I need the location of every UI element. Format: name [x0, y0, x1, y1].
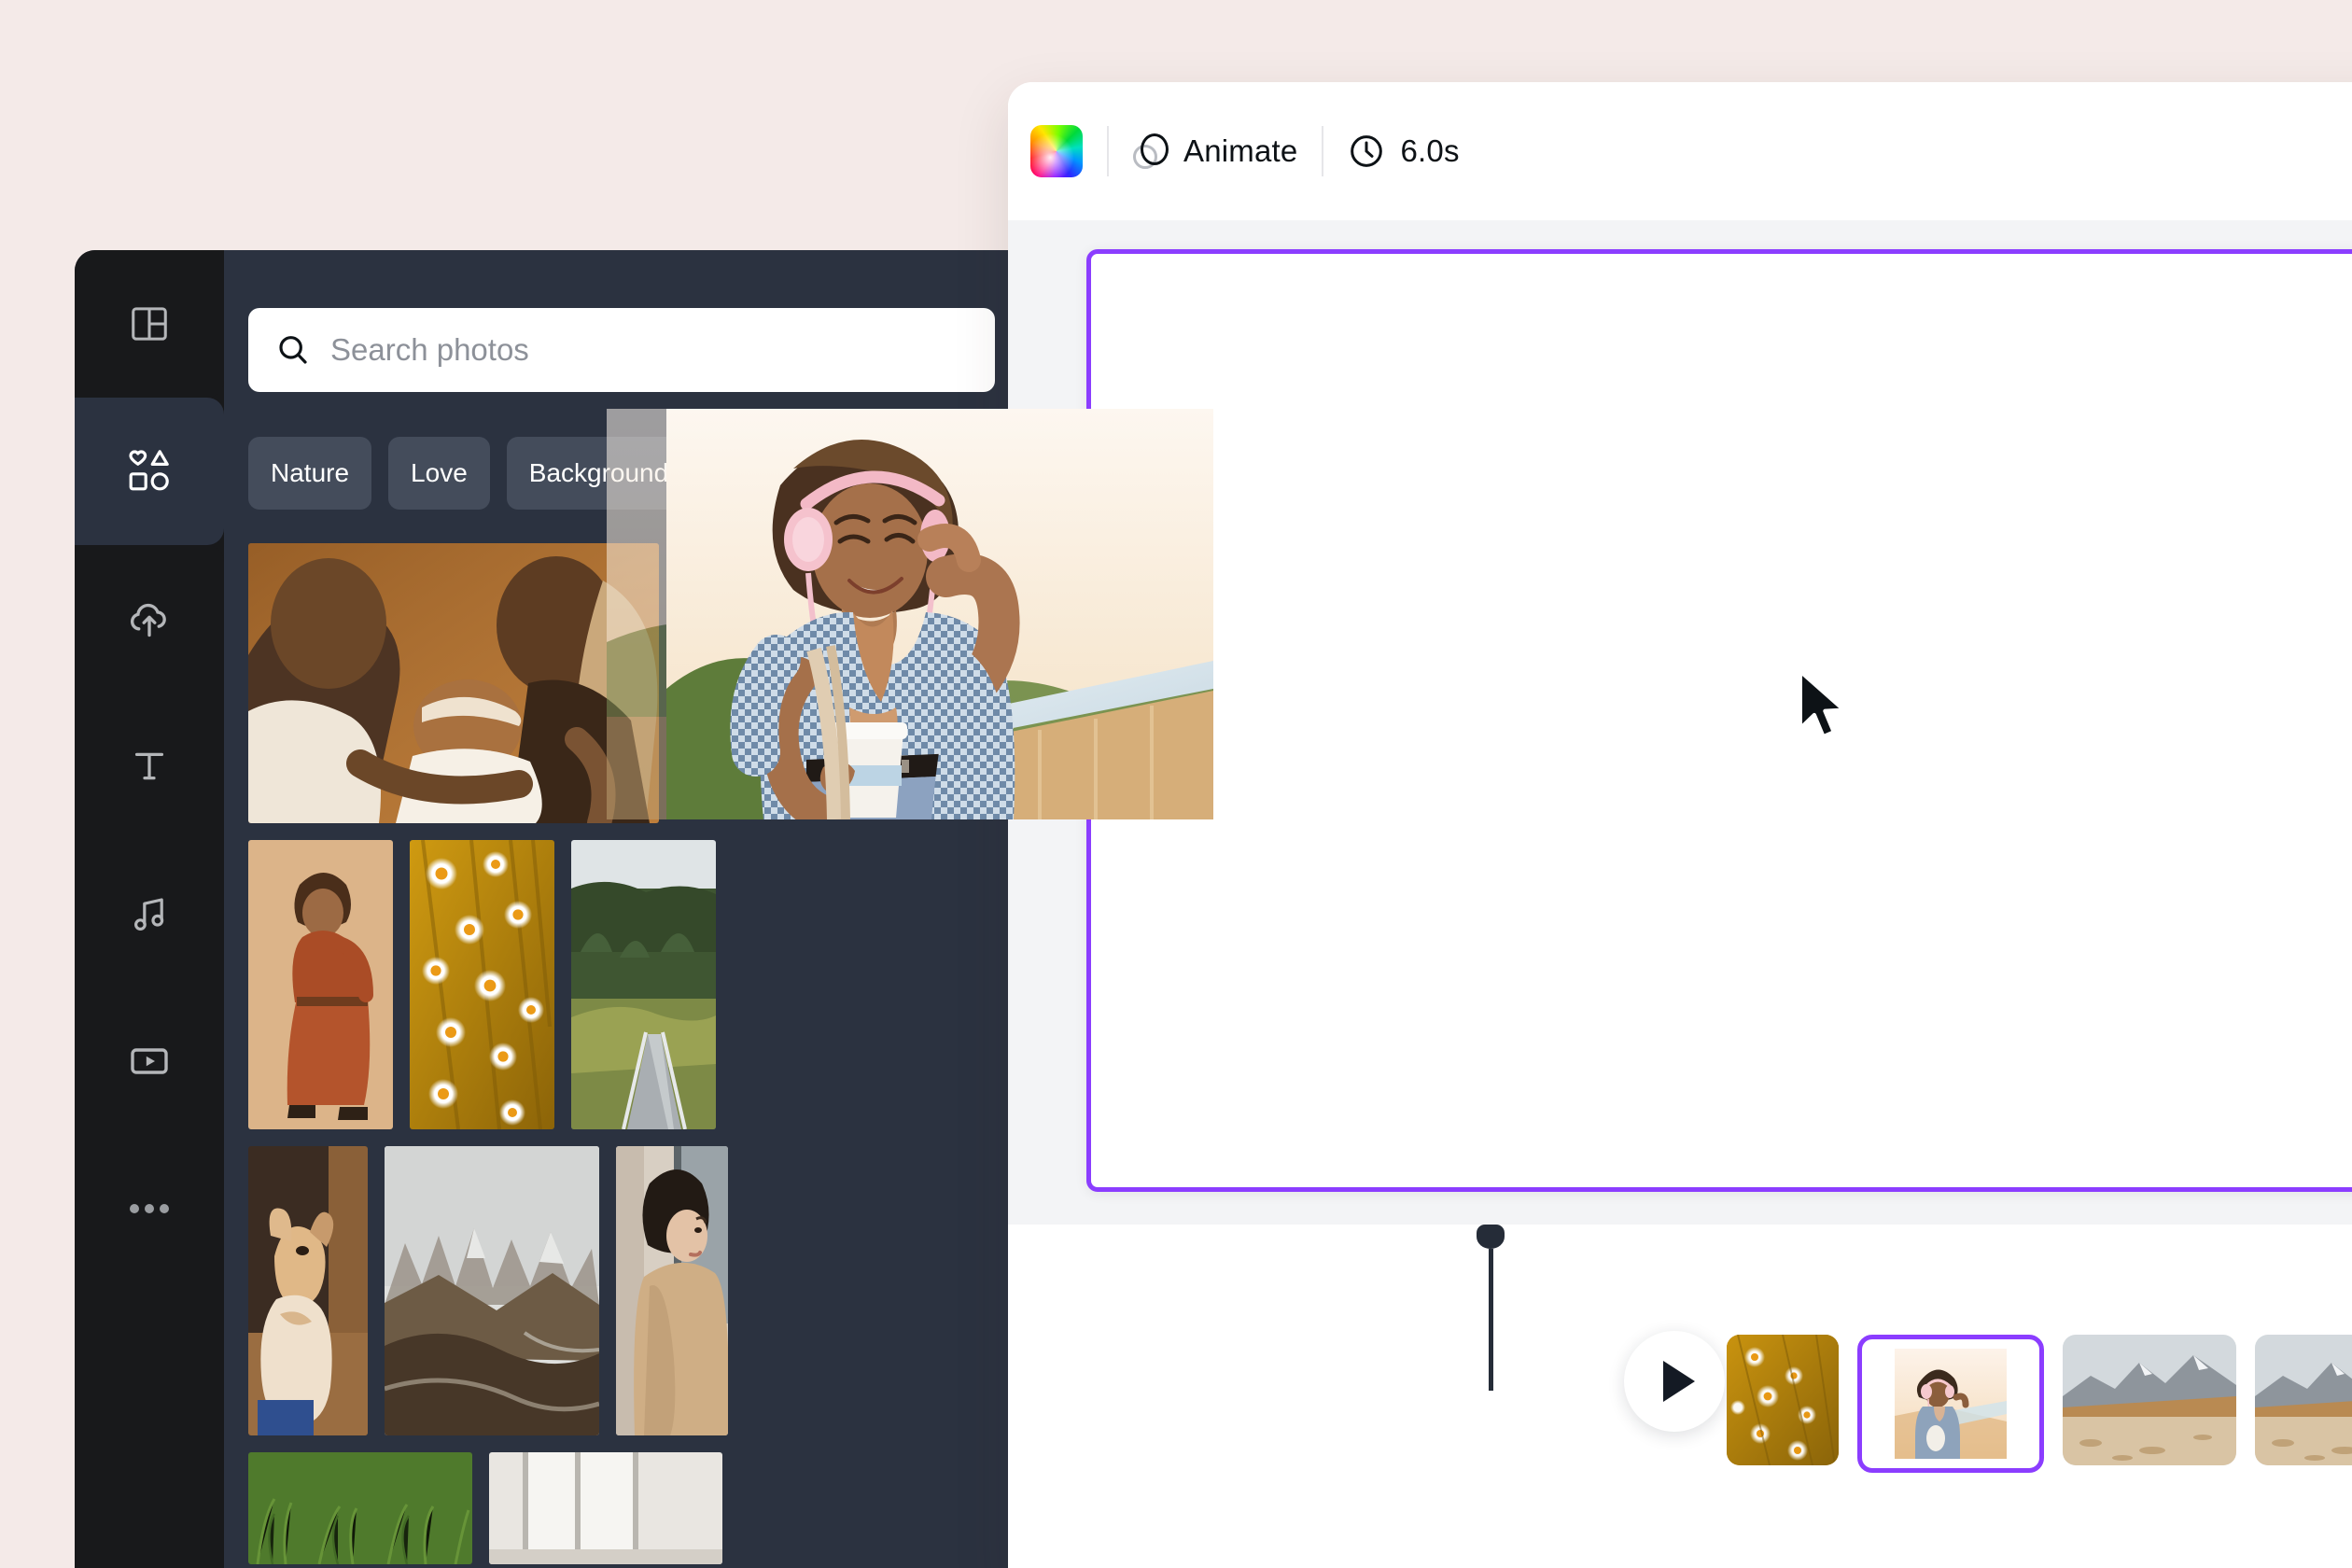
sidebar-item-videos[interactable]	[75, 987, 224, 1135]
photo-woman-beige[interactable]	[616, 1146, 728, 1435]
sidebar-item-elements[interactable]	[75, 381, 224, 562]
play-triangle-icon	[1662, 1361, 1695, 1402]
search-input[interactable]: Search photos	[248, 308, 995, 392]
text-t-icon	[134, 752, 164, 780]
clip-headphones-woman[interactable]	[1857, 1335, 2044, 1473]
shapes-icon	[129, 450, 169, 491]
photo-misty-mountains[interactable]	[385, 1146, 599, 1435]
sidebar-item-uploads[interactable]	[75, 545, 224, 693]
clock-icon	[1351, 135, 1383, 167]
chip-label: Nature	[271, 458, 350, 487]
toolbar-divider-2	[1322, 126, 1324, 176]
photo-family-newborn[interactable]	[248, 543, 659, 823]
chip-label: Love	[411, 458, 468, 487]
more-dots-icon	[130, 1204, 169, 1213]
photo-grass[interactable]	[248, 1452, 472, 1564]
chip-love[interactable]: Love	[388, 437, 490, 510]
photo-corgi-dog[interactable]	[248, 1146, 368, 1435]
tool-rail	[75, 250, 224, 1568]
clip-daisy-flowers[interactable]	[1727, 1335, 1839, 1465]
photo-woman-rust-outfit[interactable]	[248, 840, 393, 1129]
mouse-cursor	[1798, 669, 1846, 739]
dragged-photo[interactable]	[666, 409, 1213, 819]
music-note-icon	[133, 898, 164, 931]
sidebar-item-more[interactable]	[75, 1135, 224, 1282]
photo-grid-row	[248, 840, 1059, 1129]
cloud-upload-icon	[130, 603, 166, 637]
timeline	[1008, 1225, 2352, 1568]
screen: Animate 6.0s Search photos Nature Love B…	[0, 0, 2352, 1568]
layout-grid-icon	[132, 307, 167, 341]
duration-button[interactable]: 6.0s	[1348, 133, 1459, 170]
design-canvas[interactable]	[1086, 249, 2352, 1192]
photo-daisies[interactable]	[410, 840, 554, 1129]
photo-interior-window[interactable]	[489, 1452, 722, 1564]
color-picker-swatch[interactable]	[1030, 125, 1083, 177]
clip-mountain-desert-2[interactable]	[2255, 1335, 2352, 1465]
search-icon	[279, 336, 307, 364]
photo-grid-row	[248, 1146, 1059, 1435]
animate-label: Animate	[1183, 133, 1298, 168]
chip-nature[interactable]: Nature	[248, 437, 372, 510]
search-placeholder: Search photos	[330, 332, 529, 367]
photo-forest-road[interactable]	[571, 840, 716, 1129]
timeline-clips	[1727, 1335, 2352, 1473]
animate-circle-icon	[1133, 133, 1169, 169]
duration-label: 6.0s	[1400, 133, 1460, 168]
toolbar-divider-1	[1107, 126, 1109, 176]
editor-toolbar: Animate 6.0s	[1008, 82, 2352, 220]
editor-window: Animate 6.0s	[1008, 82, 2352, 1568]
play-button[interactable]	[1624, 1331, 1725, 1432]
animate-button[interactable]: Animate	[1133, 133, 1297, 169]
sidebar-item-text[interactable]	[75, 693, 224, 840]
video-play-icon	[131, 1048, 168, 1074]
clip-mountain-desert-1[interactable]	[2063, 1335, 2236, 1465]
sidebar-item-audio[interactable]	[75, 840, 224, 987]
sidebar-item-design[interactable]	[75, 250, 224, 398]
playhead[interactable]	[1477, 1225, 1505, 1391]
photo-grid-row	[248, 1452, 1059, 1564]
